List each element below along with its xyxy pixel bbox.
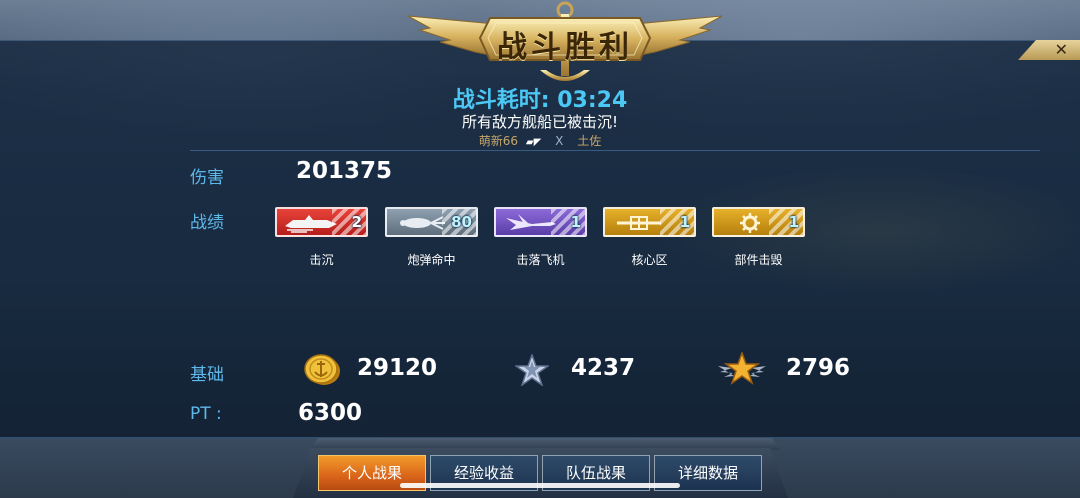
base-rewards-label: 基础 xyxy=(190,365,224,385)
badge-count: 2 xyxy=(351,213,362,231)
damage-value: 201375 xyxy=(296,158,393,184)
aircraft-icon xyxy=(506,214,556,230)
badge-label-core-zone: 核心区 xyxy=(631,253,668,267)
battle-time-label: 战斗耗时: xyxy=(452,88,550,113)
close-icon: ✕ xyxy=(1054,40,1068,59)
badge-label-sinks: 击沉 xyxy=(309,253,334,267)
player-ship-line: 萌新66 ▰◤ X 土佐 xyxy=(0,132,1080,149)
pt-value: 6300 xyxy=(298,400,363,426)
rank-tag-icon: ▰◤ xyxy=(525,137,542,148)
victory-emblem: 战斗胜利 xyxy=(400,0,730,86)
ship-name: 土佐 xyxy=(577,134,602,148)
badge-parts-destroyed[interactable]: 1 xyxy=(712,207,805,237)
badge-count: 1 xyxy=(788,213,799,231)
core-zone-icon xyxy=(617,216,661,230)
home-indicator[interactable] xyxy=(400,483,680,488)
shell-hit-icon xyxy=(400,216,445,230)
damage-label: 伤害 xyxy=(190,168,224,188)
separator: X xyxy=(555,134,564,148)
result-message: 所有敌方舰船已被击沉! xyxy=(461,113,618,131)
gold-value: 2796 xyxy=(786,355,851,381)
achievements-label: 战绩 xyxy=(190,213,224,233)
badge-label-parts-destroyed: 部件击毁 xyxy=(734,253,783,267)
gear-icon xyxy=(740,213,760,233)
battle-duration: 战斗耗时: 03:24 xyxy=(0,82,1080,114)
badge-label-aircraft-downed: 击落飞机 xyxy=(516,253,565,267)
badge-aircraft-downed[interactable]: 1 xyxy=(494,207,587,237)
gold-winged-star-icon xyxy=(718,352,766,385)
badge-count: 80 xyxy=(451,213,472,231)
gold-coin-icon xyxy=(304,354,340,385)
badge-count: 1 xyxy=(679,213,690,231)
badge-label-shell-hits: 炮弹命中 xyxy=(407,253,456,267)
ship-silhouette-icon xyxy=(285,215,337,233)
player-name: 萌新66 xyxy=(478,134,519,148)
silver-value: 4237 xyxy=(571,355,636,381)
pt-label: PT : xyxy=(190,404,222,424)
battle-time-value: 03:24 xyxy=(557,88,628,113)
header-divider xyxy=(190,150,1040,151)
badge-shell-hits[interactable]: 80 xyxy=(385,207,478,237)
badge-sinks[interactable]: 2 xyxy=(275,207,368,237)
badge-core-zone[interactable]: 1 xyxy=(603,207,696,237)
victory-title: 战斗胜利 xyxy=(497,30,633,65)
badge-count: 1 xyxy=(570,213,581,231)
silver-star-icon xyxy=(515,354,549,386)
coins-value: 29120 xyxy=(357,355,438,381)
